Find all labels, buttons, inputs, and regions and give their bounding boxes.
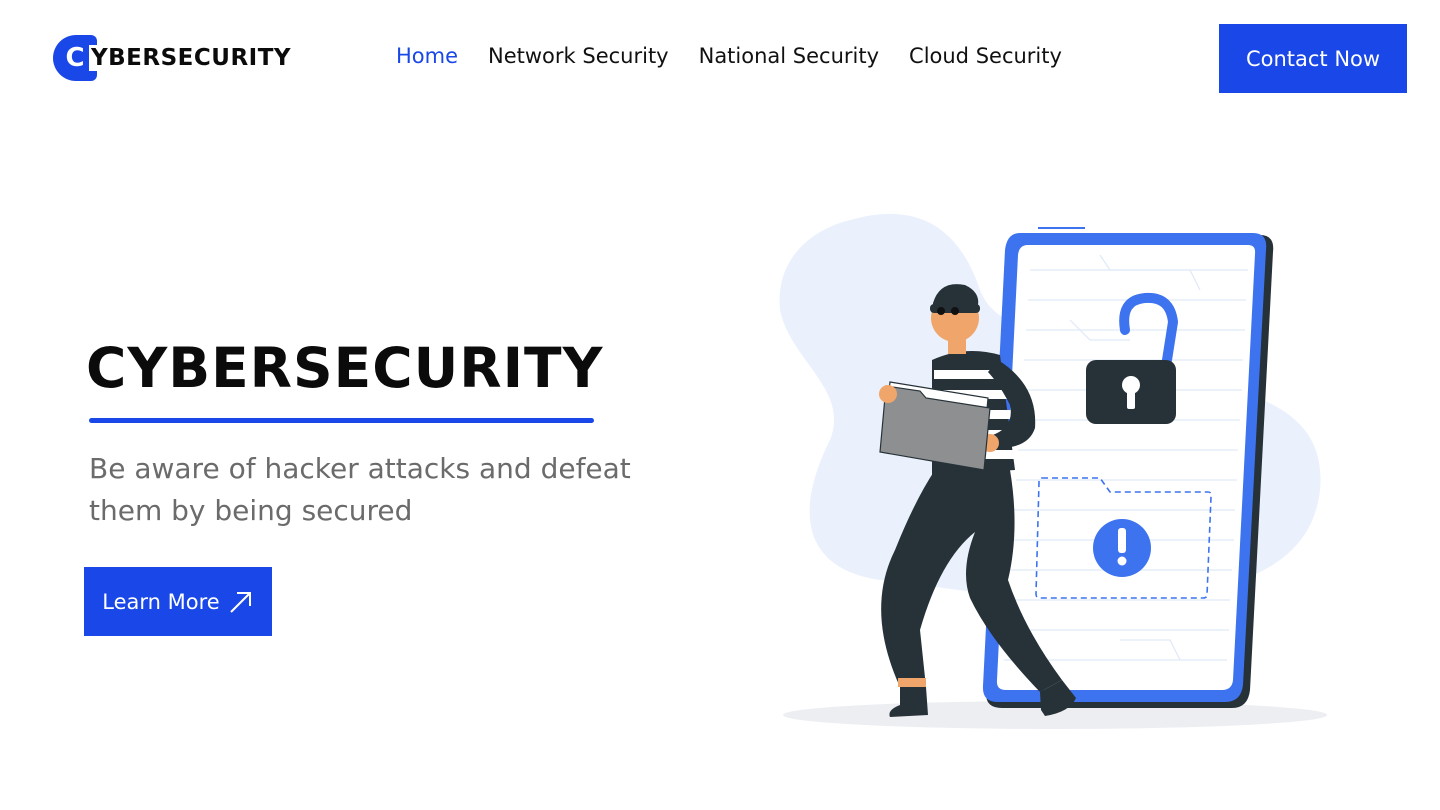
- contact-now-button[interactable]: Contact Now: [1219, 24, 1407, 93]
- logo[interactable]: C YBERSECURITY: [53, 34, 292, 82]
- main-nav: Home Network Security National Security …: [396, 44, 1062, 68]
- hero-title-underline: [89, 418, 594, 423]
- nav-network-security[interactable]: Network Security: [488, 44, 669, 68]
- nav-cloud-security[interactable]: Cloud Security: [909, 44, 1062, 68]
- nav-home[interactable]: Home: [396, 44, 458, 68]
- hero-title: CYBERSECURITY: [86, 336, 604, 400]
- learn-more-label: Learn More: [102, 589, 220, 614]
- hero-subtitle: Be aware of hacker attacks and defeat th…: [89, 452, 631, 527]
- nav-national-security[interactable]: National Security: [699, 44, 879, 68]
- hacker-phone-illustration: [779, 213, 1327, 729]
- learn-more-button[interactable]: Learn More: [84, 567, 272, 636]
- logo-text: YBERSECURITY: [89, 45, 292, 71]
- arrow-up-right-icon: [230, 591, 251, 613]
